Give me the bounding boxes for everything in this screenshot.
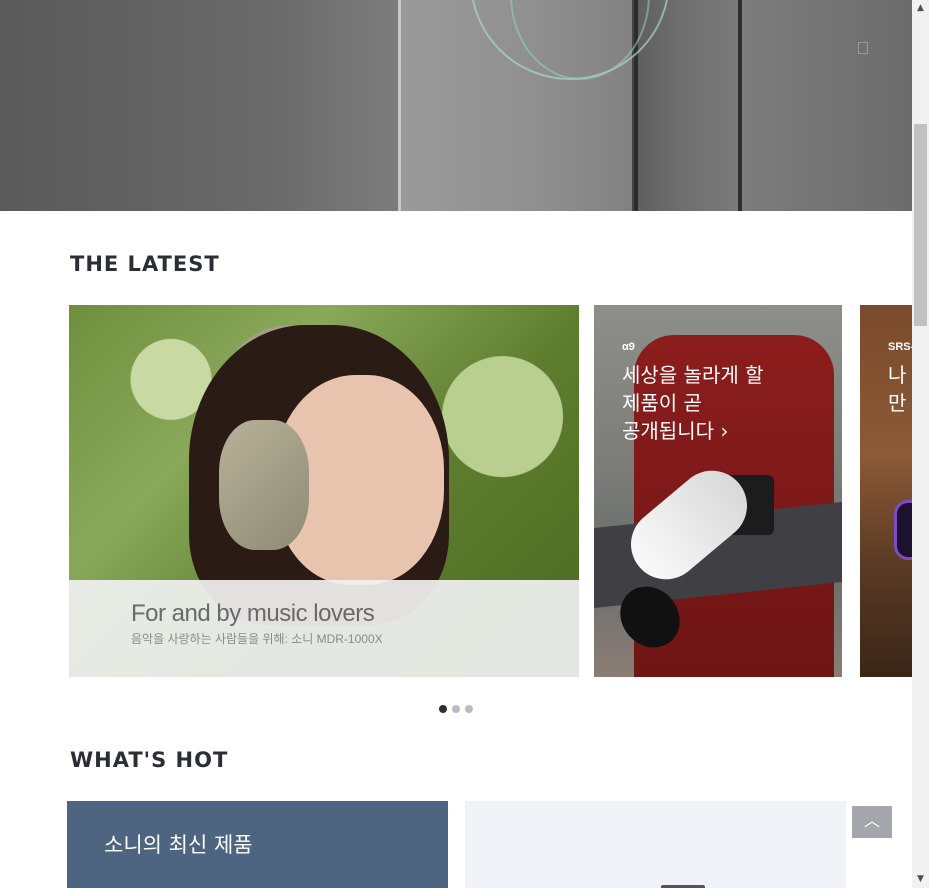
srs-line-2: 만 [888, 391, 907, 415]
hot-card-title: 소니의 최신 제품 [104, 833, 253, 857]
scroll-up-icon[interactable]: ▲ [912, 0, 929, 17]
carousel-dot-1[interactable] [439, 705, 447, 713]
a9-line-1: 세상을 놀라게 할 [622, 363, 764, 387]
scrollbar-thumb[interactable] [914, 124, 927, 326]
latest-card-srs[interactable]: SRS- 나 만 [860, 305, 912, 677]
a9-card-text: α9 세상을 놀라게 할 제품이 곧 공개됩니다 › [622, 341, 764, 445]
hot-section-title: WHAT'S HOT [70, 748, 229, 772]
latest-card-caption: For and by music lovers 음악을 사랑하는 사람들을 위해… [69, 580, 579, 677]
carousel-dot-2[interactable] [452, 705, 460, 713]
hot-card-latest-products[interactable]: 소니의 최신 제품 [67, 801, 448, 888]
a9-tag: α9 [622, 341, 635, 353]
phone-back-image [742, 0, 912, 211]
carousel-dot-3[interactable] [465, 705, 473, 713]
back-to-top-button[interactable]: ︿ [852, 806, 892, 838]
hot-card-product[interactable] [465, 801, 846, 888]
a9-line-2: 제품이 곧 [622, 391, 702, 415]
carousel-pagination [439, 705, 473, 713]
nfc-icon [858, 42, 868, 54]
latest-card-mdr[interactable]: For and by music lovers 음악을 사랑하는 사람들을 위해… [69, 305, 579, 677]
srs-line-1: 나 [888, 363, 907, 387]
srs-tag: SRS- [888, 341, 912, 353]
a9-line-3-link[interactable]: 공개됩니다 › [622, 417, 764, 445]
caption-title: For and by music lovers [131, 600, 375, 627]
headphone-earcup-image [219, 420, 309, 550]
caption-subtitle: 음악을 사랑하는 사람들을 위해: 소니 MDR-1000X [131, 632, 383, 646]
latest-card-a9[interactable]: α9 세상을 놀라게 할 제품이 곧 공개됩니다 › [594, 305, 842, 677]
srs-card-text: SRS- 나 만 [888, 341, 912, 417]
scroll-down-icon[interactable]: ▼ [912, 871, 929, 888]
speaker-image [894, 500, 912, 560]
latest-section-title: THE LATEST [70, 252, 220, 276]
page-scrollbar[interactable]: ▲ ▼ [912, 0, 929, 888]
hero-banner[interactable] [0, 0, 912, 211]
